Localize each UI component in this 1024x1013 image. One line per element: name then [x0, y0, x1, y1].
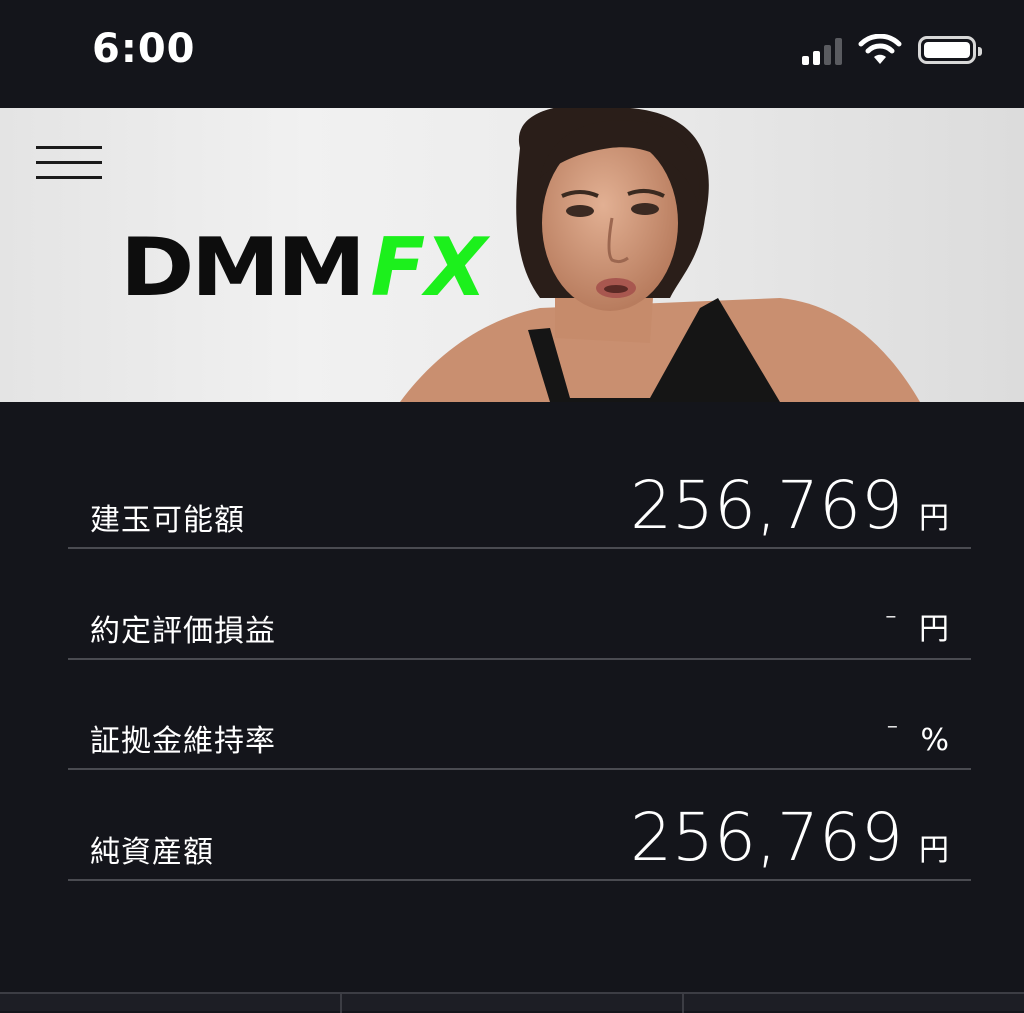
row-value: 256,769	[630, 799, 903, 876]
row-unit: %	[920, 723, 949, 758]
row-unrealized-pl: 約定評価損益 - 円	[68, 550, 971, 660]
row-value: 256,769	[630, 467, 903, 544]
row-label: 約定評価損益	[90, 614, 276, 649]
row-label: 純資産額	[90, 835, 214, 870]
status-time: 6:00	[92, 26, 196, 72]
row-available-margin: 建玉可能額 256,769 円	[68, 439, 971, 549]
header-banner: DMM FX	[0, 108, 1024, 402]
row-unit: 円	[919, 833, 949, 868]
bottom-tab-bar[interactable]	[0, 992, 1024, 1013]
row-net-assets: 純資産額 256,769 円	[68, 771, 971, 881]
battery-icon	[918, 36, 982, 64]
logo-fx: FX	[370, 221, 487, 314]
row-unit: 円	[919, 612, 949, 647]
row-unit: 円	[919, 501, 949, 536]
hamburger-menu-icon[interactable]	[36, 146, 104, 184]
wifi-icon	[858, 34, 902, 64]
row-value: -	[886, 705, 899, 745]
logo-dmm: DMM	[120, 221, 366, 314]
status-icons	[802, 32, 982, 68]
row-label: 建玉可能額	[90, 503, 245, 538]
cellular-signal-icon	[802, 35, 842, 65]
tab-separator	[682, 994, 684, 1013]
row-value: -	[884, 595, 897, 635]
row-label: 証拠金維持率	[90, 724, 276, 759]
row-margin-ratio: 証拠金維持率 - %	[68, 660, 971, 770]
status-bar: 6:00	[0, 0, 1024, 108]
dmm-fx-logo: DMM FX	[120, 221, 487, 314]
tab-separator	[340, 994, 342, 1013]
